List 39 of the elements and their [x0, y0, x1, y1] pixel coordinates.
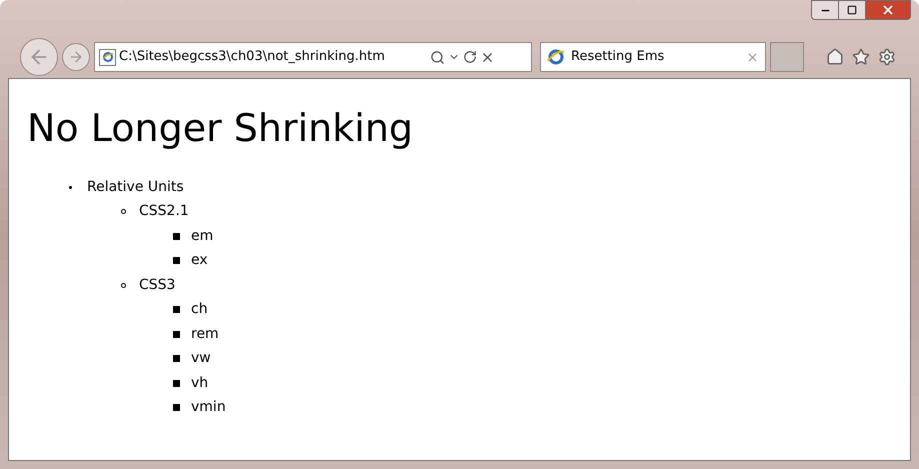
maximize-icon	[847, 5, 857, 15]
bullet-icon	[173, 306, 180, 314]
close-icon	[881, 3, 895, 17]
minimize-button[interactable]	[811, 0, 839, 20]
bullet-icon	[173, 355, 180, 362]
bullet-icon	[173, 257, 180, 264]
list-item-text: CSS2.1	[139, 202, 189, 222]
address-bar[interactable]: C:\Sites\begcss3\ch03\not_shrinking.htm	[94, 42, 532, 72]
close-button[interactable]	[865, 0, 911, 20]
star-icon[interactable]	[852, 48, 870, 66]
list-item-text: Relative Units	[87, 178, 184, 197]
list-item-text: rem	[191, 324, 219, 344]
browser-tab[interactable]: Resetting Ems	[540, 42, 766, 72]
search-icon	[430, 50, 445, 64]
bullet-icon	[69, 186, 72, 189]
bullet-icon	[173, 380, 180, 387]
forward-arrow-icon	[68, 49, 84, 65]
tab-title: Resetting Ems	[571, 48, 666, 66]
settings-icon[interactable]	[878, 48, 896, 66]
address-text: C:\Sites\begcss3\ch03\not_shrinking.htm	[119, 48, 386, 66]
bullet-icon	[173, 330, 180, 338]
list-item-text: ex	[191, 251, 208, 270]
close-tab-icon	[746, 50, 759, 64]
bullet-icon	[121, 282, 126, 288]
page-icon	[99, 48, 116, 66]
browser-logo-icon	[547, 48, 565, 66]
list-item-text: vh	[191, 374, 208, 393]
list-item-text: ch	[191, 300, 208, 320]
bullet-icon	[173, 232, 180, 240]
list-item-text: vmin	[191, 398, 226, 418]
list-item-text: CSS3	[139, 276, 176, 295]
bullet-icon	[173, 404, 180, 412]
maximize-button[interactable]	[839, 0, 865, 20]
list-item-text: em	[191, 226, 214, 246]
page-heading: No Longer Shrinking	[27, 109, 414, 147]
list-item-text: vw	[191, 349, 211, 368]
refresh-icon	[463, 50, 477, 64]
home-icon[interactable]	[826, 48, 844, 66]
bullet-icon	[121, 209, 126, 214]
